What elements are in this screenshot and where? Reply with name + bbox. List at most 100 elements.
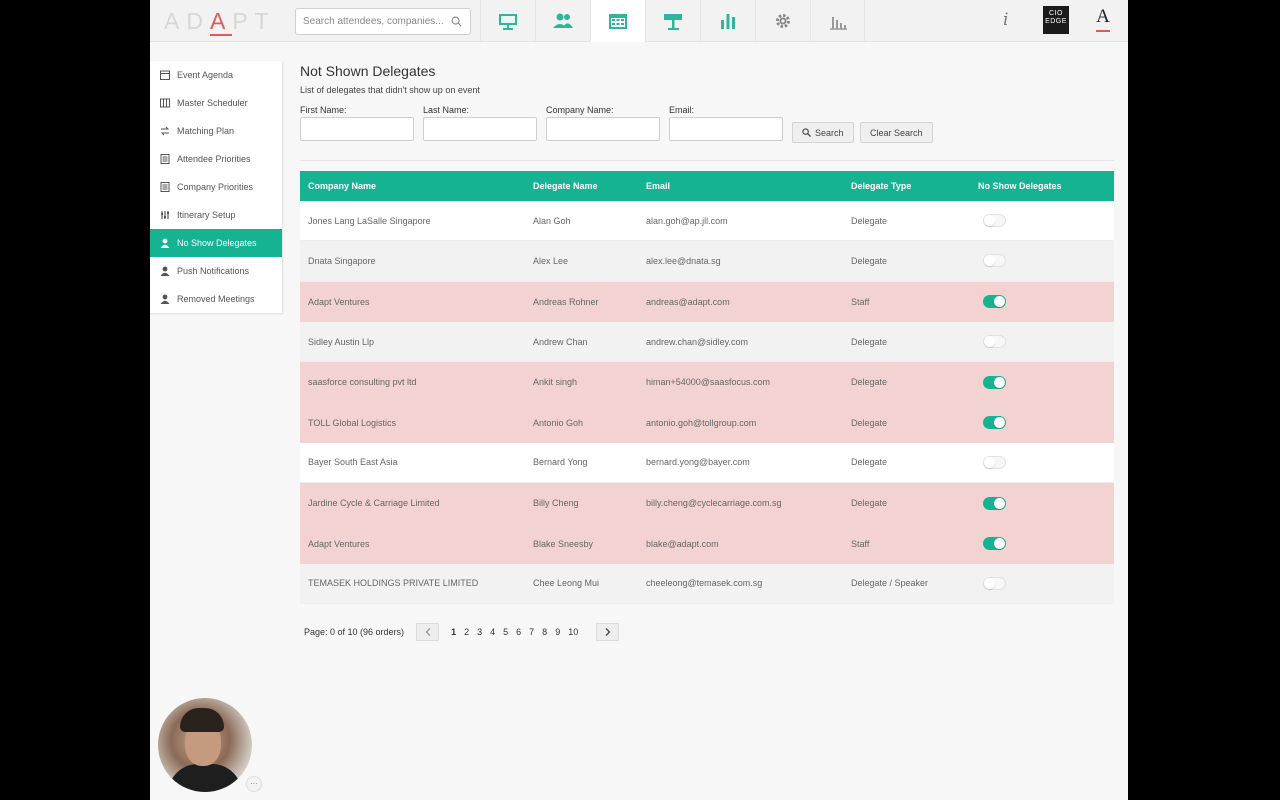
table-row: Jardine Cycle & Carriage Limited Billy Ch…: [300, 483, 1114, 524]
cell-email: alan.goh@ap.jll.com: [646, 215, 728, 226]
company-name-input[interactable]: [546, 117, 660, 141]
nav-tab-signpost[interactable]: [645, 0, 700, 42]
email-label: Email:: [669, 105, 695, 115]
sidebar-item-company-priorities[interactable]: Company Priorities: [150, 173, 282, 201]
no-show-toggle[interactable]: [983, 537, 1006, 551]
no-show-toggle[interactable]: [983, 254, 1006, 268]
global-search[interactable]: [295, 8, 471, 35]
email-input[interactable]: [669, 117, 783, 141]
cell-no-show: [978, 375, 1114, 389]
cell-delegate-type: Delegate: [851, 457, 888, 468]
last-name-input[interactable]: [423, 117, 537, 141]
info-icon[interactable]: i: [1003, 10, 1008, 30]
column-header-company[interactable]: Company Name: [300, 181, 533, 191]
cell-delegate-name: Alan Goh: [533, 215, 571, 226]
column-header-no-show[interactable]: No Show Delegates: [978, 181, 1114, 191]
no-show-toggle[interactable]: [983, 375, 1006, 389]
nav-tab-presentation[interactable]: [480, 0, 535, 42]
account-badge[interactable]: A: [1092, 6, 1114, 34]
cell-delegate-name: Andrew Chan: [533, 336, 588, 347]
cell-delegate-name: Alex Lee: [533, 255, 569, 266]
sidebar-item-no-show-delegates[interactable]: No Show Delegates: [150, 229, 282, 257]
page-number-link[interactable]: 8: [542, 627, 547, 637]
user-icon: [160, 238, 170, 248]
next-page-button[interactable]: [596, 623, 620, 641]
no-show-toggle[interactable]: [983, 335, 1006, 349]
clear-search-button[interactable]: Clear Search: [860, 122, 933, 143]
delegates-table: Company Name Delegate Name Email Delegat…: [300, 171, 1114, 604]
pagination: Page: 0 of 10 (96 orders) 1 2 3 4 5 6 7 8 9 10: [304, 621, 804, 643]
sidebar-item-attendee-priorities[interactable]: Attendee Priorities: [150, 145, 282, 173]
no-show-toggle[interactable]: [983, 576, 1006, 590]
column-header-email[interactable]: Email: [646, 181, 851, 191]
no-show-toggle[interactable]: [983, 496, 1006, 510]
table-body: Jones Lang LaSalle Singapore Alan Goh alan…: [300, 201, 1114, 604]
page-number-link[interactable]: 1: [451, 627, 456, 637]
page-number-link[interactable]: 10: [568, 627, 578, 637]
cell-no-show: [978, 537, 1114, 551]
nav-tab-users[interactable]: [535, 0, 590, 42]
cell-no-show: [978, 295, 1114, 309]
app-window: ADAPT i CIO EDGE A: [150, 0, 1128, 800]
cell-delegate-type: Delegate / Speaker: [851, 578, 929, 589]
nav-tab-stats[interactable]: [810, 0, 865, 42]
swap-icon: [160, 126, 170, 136]
cell-no-show: [978, 416, 1114, 430]
page-number-link[interactable]: 5: [503, 627, 508, 637]
page-number-link[interactable]: 2: [464, 627, 469, 637]
stats-icon: [829, 17, 847, 30]
table-row: saasforce consulting pvt ltd Ankit singh h…: [300, 362, 1114, 403]
cell-company: Jardine Cycle & Carriage Limited: [308, 498, 440, 509]
sidebar-item-push-notifications[interactable]: Push Notifications: [150, 257, 282, 285]
cell-email: blake@adapt.com: [646, 538, 719, 549]
nav-tab-calendar[interactable]: [590, 0, 645, 42]
nav-tab-reports[interactable]: [700, 0, 755, 42]
nav-tab-settings[interactable]: [755, 0, 810, 42]
cell-company: Dnata Singapore: [308, 255, 376, 266]
page-number-link[interactable]: 6: [516, 627, 521, 637]
search-icon[interactable]: [451, 16, 462, 27]
bar-chart-icon: [721, 14, 735, 29]
page-number-link[interactable]: 9: [555, 627, 560, 637]
sidebar-item-itinerary-setup[interactable]: Itinerary Setup: [150, 201, 282, 229]
cell-delegate-name: Ankit singh: [533, 377, 578, 388]
column-header-delegate-name[interactable]: Delegate Name: [533, 181, 646, 191]
sidebar-item-matching-plan[interactable]: Matching Plan: [150, 117, 282, 145]
page-subtitle: List of delegates that didn't show up on…: [300, 85, 480, 95]
cell-no-show: [978, 335, 1114, 349]
video-more-button[interactable]: ···: [246, 776, 262, 792]
column-header-delegate-type[interactable]: Delegate Type: [851, 181, 978, 191]
cell-delegate-name: Chee Leong Mui: [533, 578, 600, 589]
cell-company: Jones Lang LaSalle Singapore: [308, 215, 431, 226]
cell-company: TEMASEK HOLDINGS PRIVATE LIMITED: [308, 578, 479, 589]
no-show-toggle[interactable]: [983, 214, 1006, 228]
user-icon: [160, 266, 170, 276]
company-name-label: Company Name:: [546, 105, 614, 115]
cio-edge-logo[interactable]: CIO EDGE: [1043, 6, 1069, 34]
sidebar-item-event-agenda[interactable]: Event Agenda: [150, 61, 282, 89]
pagination-summary: Page: 0 of 10 (96 orders): [304, 627, 405, 637]
search-icon: [802, 128, 811, 137]
calendar-icon: [609, 14, 627, 29]
global-search-input[interactable]: [296, 9, 446, 34]
search-button[interactable]: Search: [792, 122, 854, 143]
logo[interactable]: ADAPT: [164, 8, 276, 36]
no-show-toggle[interactable]: [983, 416, 1006, 430]
last-name-filter: Last Name:: [423, 105, 537, 141]
no-show-toggle[interactable]: [983, 295, 1006, 309]
table-row: TOLL Global Logistics Antonio Goh antonio.…: [300, 402, 1114, 443]
page-number-link[interactable]: 7: [529, 627, 534, 637]
sidebar-item-removed-meetings[interactable]: Removed Meetings: [150, 285, 282, 313]
page-number-link[interactable]: 3: [477, 627, 482, 637]
first-name-input[interactable]: [300, 117, 414, 141]
no-show-toggle[interactable]: [983, 455, 1006, 469]
table-row: Bayer South East Asia Bernard Yong bernard…: [300, 442, 1114, 484]
cell-delegate-name: Bernard Yong: [533, 457, 588, 468]
filter-bar: First Name: Last Name: Company Name: Ema…: [300, 105, 1114, 161]
sidebar-item-label: Event Agenda: [177, 70, 234, 80]
sidebar-item-master-scheduler[interactable]: Master Scheduler: [150, 89, 282, 117]
page-number-link[interactable]: 4: [490, 627, 495, 637]
last-name-label: Last Name:: [423, 105, 470, 115]
prev-page-button[interactable]: [416, 623, 440, 641]
calendar-icon: [160, 70, 170, 80]
